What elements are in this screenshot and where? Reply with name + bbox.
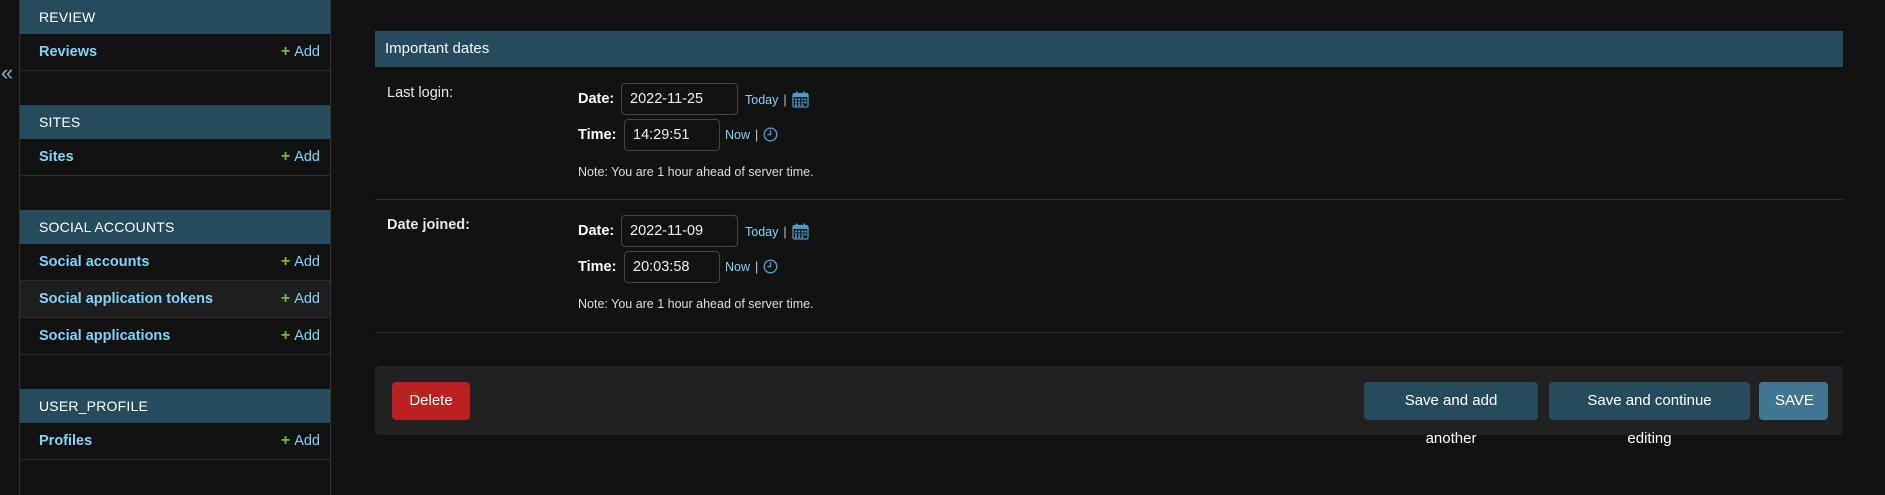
plus-icon: +	[280, 290, 291, 307]
submit-row: Delete Save and add another Save and con…	[375, 366, 1843, 447]
sidebar-item-social-accounts: Social accounts + Add	[20, 244, 330, 281]
reviews-add-link[interactable]: + Add	[281, 43, 320, 61]
sidebar-item-social-application-tokens: Social application tokens + Add	[20, 281, 330, 318]
main-content: Important dates Last login: Date: 2022-1…	[375, 31, 1843, 447]
plus-icon: +	[280, 43, 291, 60]
save-button[interactable]: SAVE	[1759, 382, 1828, 420]
last-login-time-shortcuts: Now |	[725, 127, 778, 142]
module-sites: SITES Sites + Add	[20, 105, 330, 176]
fieldset-header-important-dates: Important dates	[375, 31, 1843, 67]
calendar-icon[interactable]	[791, 91, 809, 108]
add-label: Add	[294, 254, 320, 270]
sidebar-item-sites: Sites + Add	[20, 139, 330, 176]
date-joined-now-link[interactable]: Now	[725, 260, 750, 274]
module-social-accounts: SOCIAL ACCOUNTS Social accounts + Add Soc…	[20, 210, 330, 355]
delete-button[interactable]: Delete	[392, 382, 470, 420]
social-accounts-link[interactable]: Social accounts	[39, 254, 149, 270]
save-and-continue-button[interactable]: Save and continue editing	[1549, 382, 1750, 447]
last-login-time-input[interactable]: 14:29:51	[624, 119, 720, 151]
plus-icon: +	[280, 253, 291, 270]
last-login-time-label: Time:	[578, 127, 617, 143]
last-login-timezone-note: Note: You are 1 hour ahead of server tim…	[578, 165, 814, 179]
sidebar-item-profiles: Profiles + Add	[20, 423, 330, 460]
collapse-chevron-icon[interactable]: «	[1, 62, 13, 84]
reviews-link[interactable]: Reviews	[39, 44, 97, 60]
social-applications-link[interactable]: Social applications	[39, 328, 170, 344]
separator: |	[783, 92, 787, 107]
sidebar: REVIEW Reviews + Add SITES Sites + Add SOC…	[20, 0, 331, 495]
date-joined-date-shortcuts: Today |	[745, 223, 809, 240]
date-joined-today-link[interactable]: Today	[745, 225, 778, 239]
separator: |	[755, 127, 759, 142]
module-review: REVIEW Reviews + Add	[20, 0, 330, 71]
add-label: Add	[294, 328, 320, 344]
clock-icon[interactable]	[763, 259, 778, 274]
last-login-date-label: Date:	[578, 91, 615, 107]
last-login-date-input[interactable]: 2022-11-25	[621, 83, 738, 115]
last-login-label: Last login:	[387, 85, 454, 101]
clock-icon[interactable]	[763, 127, 778, 142]
separator: |	[783, 224, 787, 239]
form-row-last-login: Last login: Date: 2022-11-25 Today | Tim…	[375, 67, 1843, 200]
date-joined-time-input[interactable]: 20:03:58	[624, 251, 720, 283]
add-label: Add	[294, 149, 320, 165]
social-applications-add-link[interactable]: + Add	[281, 327, 320, 345]
last-login-date-shortcuts: Today |	[745, 91, 809, 108]
module-header-sites[interactable]: SITES	[20, 105, 330, 139]
last-login-today-link[interactable]: Today	[745, 93, 778, 107]
social-application-tokens-link[interactable]: Social application tokens	[39, 291, 213, 307]
save-and-add-another-button[interactable]: Save and add another	[1364, 382, 1538, 447]
add-label: Add	[294, 433, 320, 449]
date-joined-label: Date joined:	[387, 217, 470, 233]
date-joined-time-label: Time:	[578, 259, 617, 275]
add-label: Add	[294, 44, 320, 60]
sites-link[interactable]: Sites	[39, 149, 74, 165]
date-joined-date-label: Date:	[578, 223, 615, 239]
social-application-tokens-add-link[interactable]: + Add	[281, 290, 320, 308]
date-joined-timezone-note: Note: You are 1 hour ahead of server tim…	[578, 297, 814, 311]
module-user-profile: USER_PROFILE Profiles + Add	[20, 389, 330, 460]
calendar-icon[interactable]	[791, 223, 809, 240]
social-accounts-add-link[interactable]: + Add	[281, 253, 320, 271]
sites-add-link[interactable]: + Add	[281, 148, 320, 166]
profiles-add-link[interactable]: + Add	[281, 432, 320, 450]
profiles-link[interactable]: Profiles	[39, 433, 92, 449]
module-header-user-profile[interactable]: USER_PROFILE	[20, 389, 330, 423]
module-header-social-accounts[interactable]: SOCIAL ACCOUNTS	[20, 210, 330, 244]
plus-icon: +	[280, 148, 291, 165]
module-header-review[interactable]: REVIEW	[20, 0, 330, 34]
date-joined-date-input[interactable]: 2022-11-09	[621, 215, 738, 247]
sidebar-collapse-toggle[interactable]: «	[0, 0, 20, 495]
sidebar-item-social-applications: Social applications + Add	[20, 318, 330, 355]
last-login-now-link[interactable]: Now	[725, 128, 750, 142]
date-joined-time-shortcuts: Now |	[725, 259, 778, 274]
sidebar-item-reviews: Reviews + Add	[20, 34, 330, 71]
add-label: Add	[294, 291, 320, 307]
separator: |	[755, 259, 759, 274]
form-row-date-joined: Date joined: Date: 2022-11-09 Today | Ti…	[375, 200, 1843, 333]
plus-icon: +	[280, 327, 291, 344]
plus-icon: +	[280, 432, 291, 449]
